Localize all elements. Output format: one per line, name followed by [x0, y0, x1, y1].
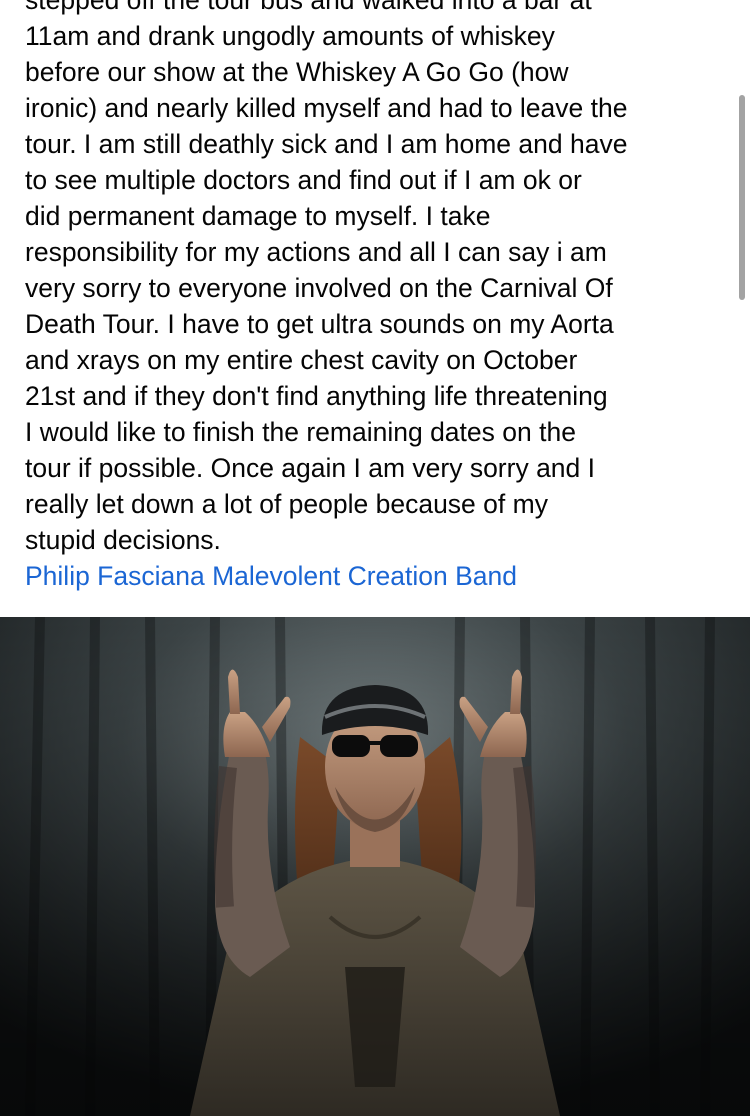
post-line: 21st and if they don't find anything lif…: [25, 381, 608, 411]
post-line: tour if possible. Once again I am very s…: [25, 453, 596, 483]
post-line: really let down a lot of people because …: [25, 489, 548, 519]
hashtag-link-malevolent-creation-band[interactable]: Malevolent Creation Band: [212, 561, 517, 591]
post-line: did permanent damage to myself. I take: [25, 201, 491, 231]
post-line: stupid decisions.: [25, 525, 221, 555]
post-line: ironic) and nearly killed myself and had…: [25, 93, 628, 123]
post-line: Death Tour. I have to get ultra sounds o…: [25, 309, 614, 339]
musician-photo-illustration: [0, 617, 750, 1116]
post-line: tour. I am still deathly sick and I am h…: [25, 129, 628, 159]
post-line: I would like to finish the remaining dat…: [25, 417, 576, 447]
post-line: 11am and drank ungodly amounts of whiske…: [25, 21, 555, 51]
post-photo[interactable]: [0, 617, 750, 1116]
scrollbar[interactable]: [739, 95, 745, 300]
post-line: responsibility for my actions and all I …: [25, 237, 607, 267]
hashtag-row: Philip Fasciana Malevolent Creation Band: [25, 558, 737, 594]
post-line: and xrays on my entire chest cavity on O…: [25, 345, 578, 375]
post-line: before our show at the Whiskey A Go Go (…: [25, 57, 569, 87]
post-line: very sorry to everyone involved on the C…: [25, 273, 613, 303]
post-text: stepped off the tour bus and walked into…: [25, 0, 737, 594]
post-line: to see multiple doctors and find out if …: [25, 165, 582, 195]
post-view: stepped off the tour bus and walked into…: [0, 0, 750, 1116]
hashtag-link-philip-fasciana[interactable]: Philip Fasciana: [25, 561, 205, 591]
post-line: stepped off the tour bus and walked into…: [25, 0, 592, 15]
